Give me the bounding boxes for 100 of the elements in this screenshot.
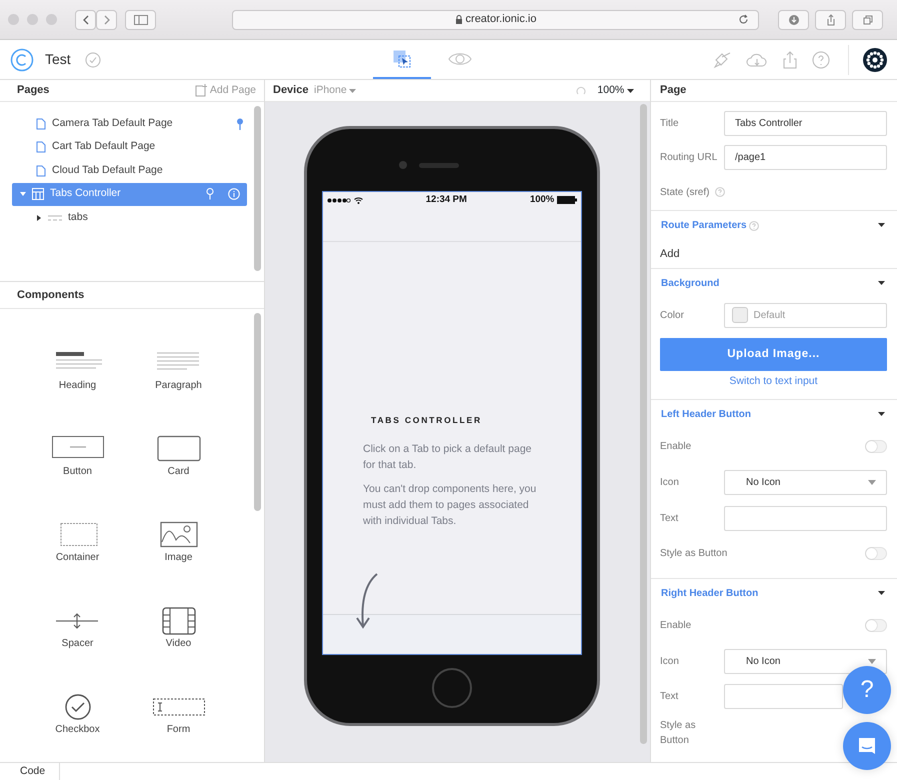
page-name: Cart Tab Default Page xyxy=(52,139,156,154)
avatar-icon[interactable] xyxy=(863,48,887,72)
expanded-caret-icon[interactable] xyxy=(878,281,885,286)
field-label: Text xyxy=(660,512,680,526)
zoom-dropdown[interactable]: 100% xyxy=(597,82,634,98)
color-swatch[interactable] xyxy=(732,307,748,323)
design-icon xyxy=(392,50,411,68)
home-button[interactable] xyxy=(432,668,472,708)
scrollbar[interactable] xyxy=(254,106,261,271)
panel-title: Components xyxy=(17,288,84,303)
panel-title: Page xyxy=(660,83,686,98)
tabs-icon xyxy=(32,188,44,200)
help-icon[interactable] xyxy=(749,220,760,230)
expanded-caret-icon[interactable] xyxy=(878,590,885,596)
field-label: Style as Button xyxy=(660,718,697,748)
back-icon xyxy=(82,14,90,24)
lock-icon xyxy=(454,15,463,24)
forward-button[interactable] xyxy=(96,10,117,30)
speaker-grille xyxy=(419,162,459,168)
screen-heading: TABS CONTROLLER xyxy=(371,414,483,427)
download-button[interactable] xyxy=(778,10,809,30)
panel-title: Pages xyxy=(17,83,50,98)
text-field[interactable]: /page1 xyxy=(724,144,887,170)
switch-link[interactable]: Switch to text input xyxy=(729,374,818,390)
share-button[interactable] xyxy=(815,10,846,30)
sidebar-button[interactable] xyxy=(125,10,156,30)
device-label: Device xyxy=(273,83,308,98)
rotate-icon[interactable] xyxy=(576,86,586,96)
code-tab[interactable]: Code xyxy=(0,763,60,780)
info-icon[interactable] xyxy=(228,188,240,200)
field-label: Icon xyxy=(660,654,680,669)
text-field[interactable] xyxy=(724,684,843,710)
scrollbar[interactable] xyxy=(640,104,647,744)
field-label: Enable xyxy=(660,440,692,454)
download-icon xyxy=(788,14,800,26)
app-logo-icon[interactable] xyxy=(10,48,34,72)
section-title[interactable]: Left Header Button xyxy=(661,407,751,422)
expanded-caret-icon[interactable] xyxy=(878,412,885,417)
back-button[interactable] xyxy=(75,10,96,30)
icon-select[interactable]: No Icon xyxy=(724,470,887,496)
caret-icon xyxy=(627,88,634,92)
field-label: Title xyxy=(660,116,680,130)
section-title[interactable]: Background xyxy=(661,276,720,291)
page-item[interactable]: tabs xyxy=(12,206,247,230)
component-label: Image xyxy=(164,551,192,565)
text-field[interactable] xyxy=(724,506,887,531)
caret-icon xyxy=(349,88,356,92)
page-icon xyxy=(36,141,46,154)
component-label: Heading xyxy=(58,379,96,393)
screen-paragraph: You can't drop components here, you must add them to pages associated with individual Tabs. xyxy=(363,482,538,529)
brush-icon[interactable] xyxy=(712,50,732,68)
chat-icon xyxy=(857,736,877,756)
component-label: Paragraph xyxy=(155,379,202,393)
camera-lens xyxy=(399,161,407,169)
page-name: Cloud Tab Default Page xyxy=(52,162,163,178)
icon-select[interactable]: No Icon xyxy=(724,648,887,674)
page-icon xyxy=(36,164,46,177)
add-link[interactable]: Add xyxy=(660,246,680,262)
address-bar[interactable]: creator.ionic.io xyxy=(232,10,759,30)
toggle-switch[interactable] xyxy=(865,547,887,560)
field-label: Text xyxy=(660,690,680,704)
screen-paragraph: Click on a Tab to pick a default page for that tab. xyxy=(363,442,532,473)
scrollbar[interactable] xyxy=(254,313,261,511)
tabs-overview-icon xyxy=(862,14,874,26)
forward-icon xyxy=(102,14,110,24)
page-name: tabs xyxy=(68,210,88,225)
battery-icon xyxy=(557,196,577,204)
help-icon[interactable] xyxy=(715,187,726,197)
component-label: Form xyxy=(166,723,190,737)
url-text: creator.ionic.io xyxy=(466,12,536,28)
chat-button[interactable] xyxy=(843,722,891,770)
collapsed-caret-icon[interactable] xyxy=(36,214,42,221)
help-icon[interactable] xyxy=(812,50,830,68)
select-value: No Icon xyxy=(746,654,780,669)
page-item[interactable]: Cart Tab Default Page xyxy=(12,136,247,159)
reload-icon[interactable] xyxy=(738,14,749,25)
tab-bar-icon xyxy=(48,214,62,221)
toggle-switch[interactable] xyxy=(865,619,887,632)
page-item[interactable]: Camera Tab Default Page xyxy=(12,112,247,136)
placeholder-text: Default xyxy=(754,308,786,322)
tabs-button[interactable] xyxy=(852,10,883,30)
share-icon[interactable] xyxy=(782,50,798,68)
component-label: Spacer xyxy=(62,637,94,651)
pin-icon[interactable] xyxy=(236,118,244,130)
project-title: Test xyxy=(45,50,71,69)
component-label: Container xyxy=(56,551,100,565)
page-icon xyxy=(36,118,46,130)
signal-icon xyxy=(327,198,351,202)
page-item[interactable]: Cloud Tab Default Page xyxy=(12,159,247,182)
field-label: Enable xyxy=(660,619,692,634)
field-label: Color xyxy=(660,308,685,322)
add-page-icon xyxy=(195,84,208,97)
toggle-switch[interactable] xyxy=(865,440,887,454)
text-field[interactable]: Tabs Controller xyxy=(724,110,887,136)
expanded-caret-icon[interactable] xyxy=(878,223,885,228)
section-title[interactable]: Right Header Button xyxy=(661,586,758,601)
pin-icon[interactable] xyxy=(206,188,214,200)
component-label: Button xyxy=(63,465,92,479)
section-title[interactable]: Route Parameters xyxy=(661,218,747,233)
select-value: No Icon xyxy=(746,476,780,490)
